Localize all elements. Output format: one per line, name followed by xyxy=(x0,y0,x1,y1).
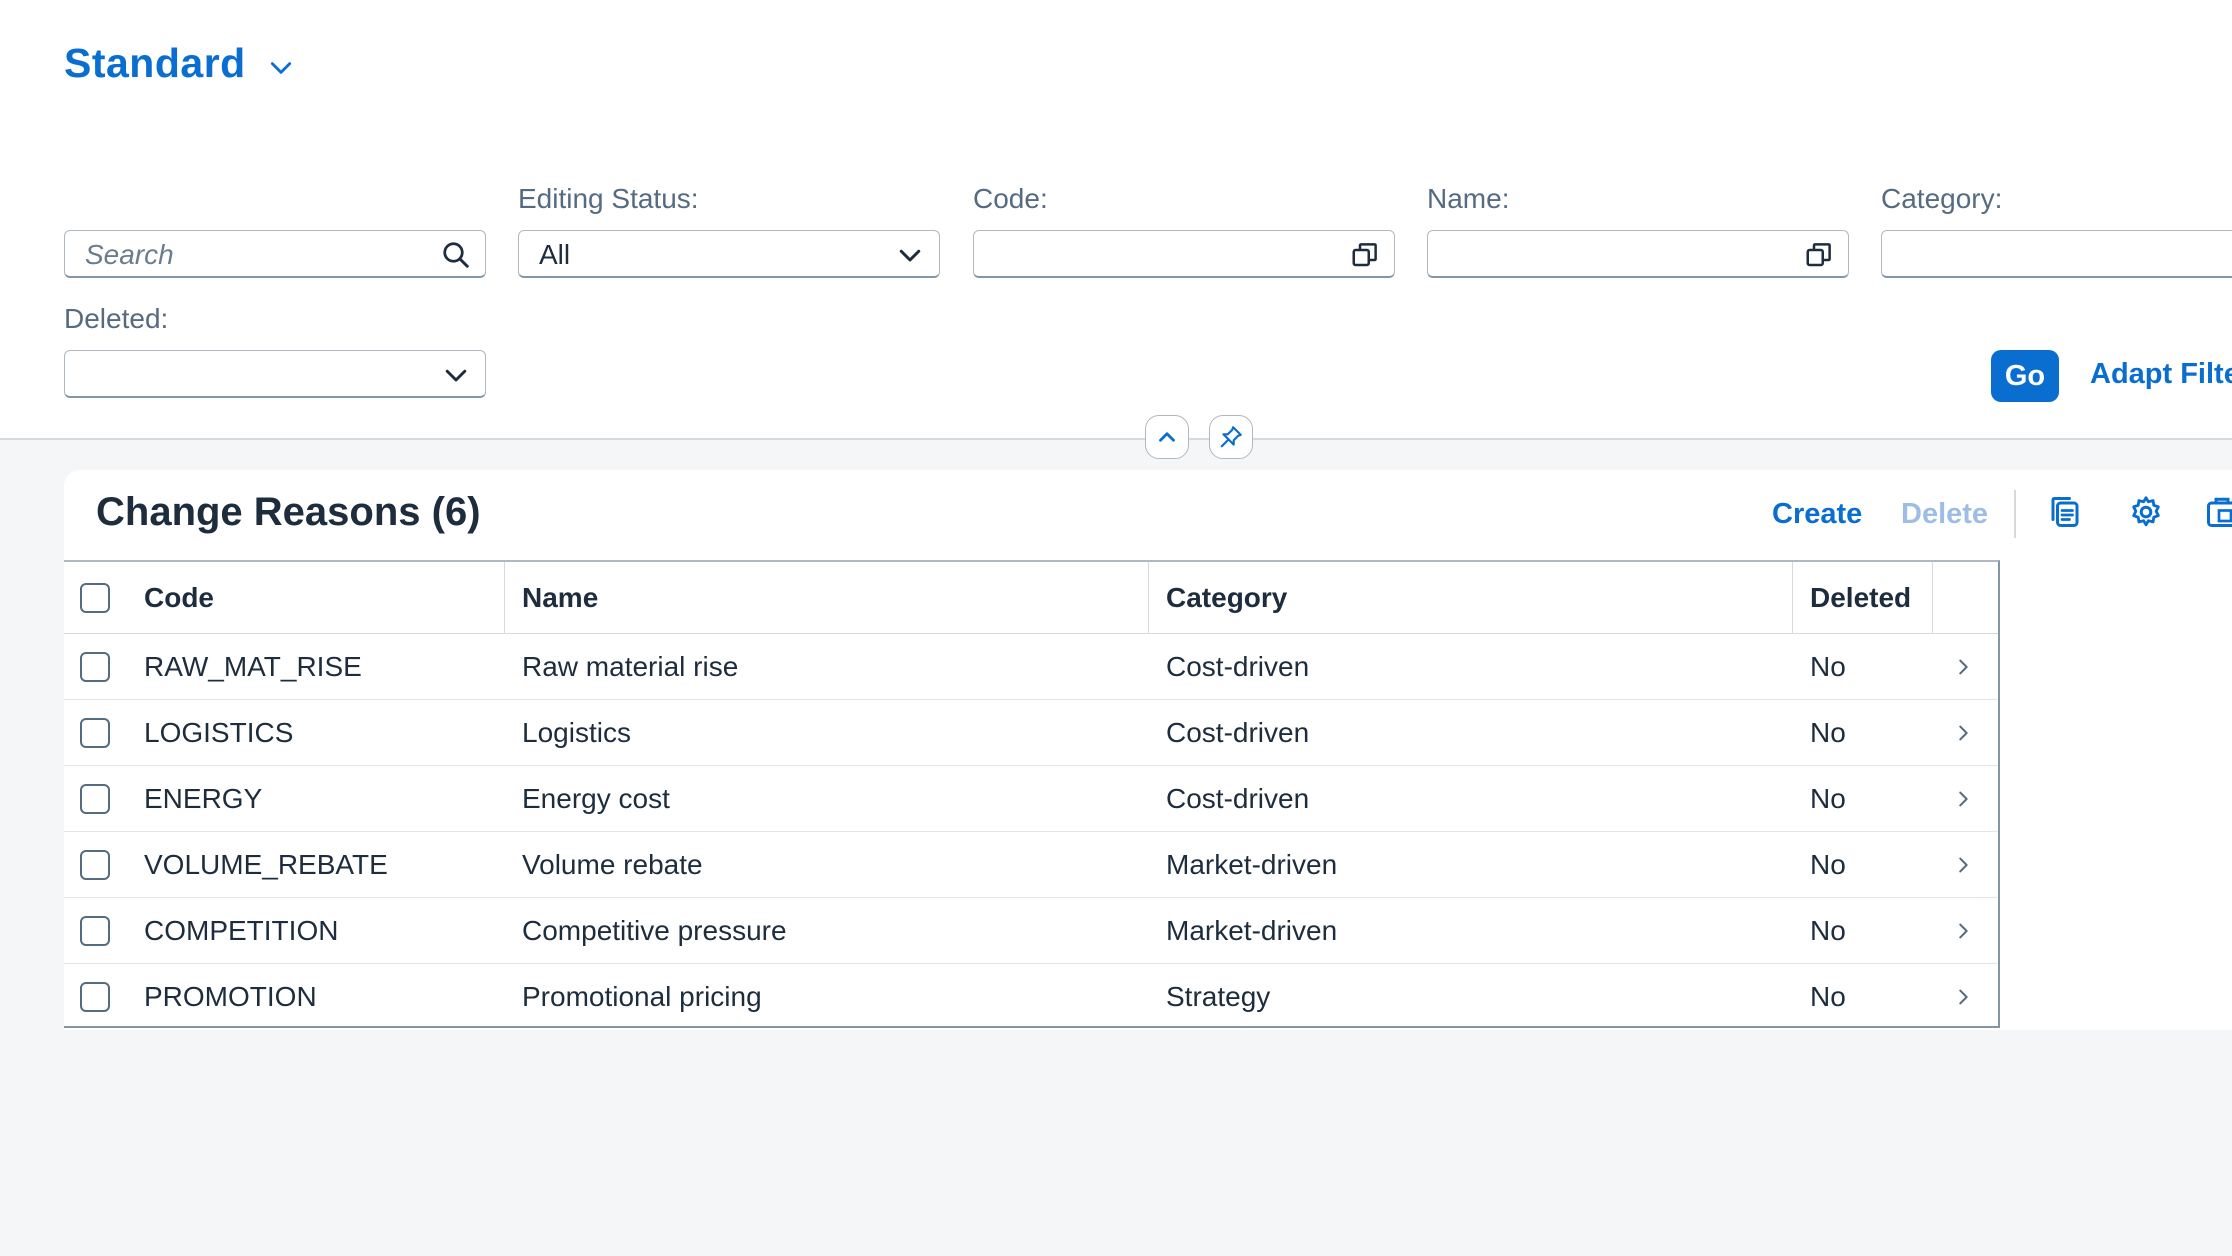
cell-code: COMPETITION xyxy=(144,914,339,946)
editing-status-label: Editing Status: xyxy=(518,183,699,214)
column-header-code[interactable]: Code xyxy=(144,562,214,633)
delete-button[interactable]: Delete xyxy=(1901,498,1988,531)
row-checkbox[interactable] xyxy=(80,718,110,748)
cell-deleted: No xyxy=(1810,981,1846,1012)
cell-category: Cost-driven xyxy=(1166,716,1310,748)
pin-icon xyxy=(1220,426,1242,448)
cell-code: LOGISTICS xyxy=(144,716,294,748)
row-checkbox[interactable] xyxy=(80,850,110,880)
name-field[interactable] xyxy=(1427,230,1849,278)
chevron-right-icon[interactable] xyxy=(1952,920,1974,942)
chevron-right-icon[interactable] xyxy=(1952,656,1974,678)
chevron-right-icon[interactable] xyxy=(1952,788,1974,810)
cell-category: Strategy xyxy=(1166,981,1271,1012)
deleted-label: Deleted: xyxy=(64,303,169,334)
toolbar-separator xyxy=(2014,490,2016,538)
category-field[interactable] xyxy=(1881,230,2232,278)
cell-deleted: No xyxy=(1810,848,1846,880)
value-help-icon[interactable] xyxy=(1804,240,1834,270)
go-button[interactable]: Go xyxy=(1991,350,2059,402)
cell-category: Market-driven xyxy=(1166,914,1338,946)
cell-deleted: No xyxy=(1810,650,1846,682)
table-title: Change Reasons (6) xyxy=(96,490,481,534)
editing-status-value: All xyxy=(539,239,571,270)
table-row[interactable]: COMPETITION Competitive pressure Market-… xyxy=(64,898,1998,964)
column-divider xyxy=(1792,562,1793,634)
table-header-row: Code Name Category Deleted xyxy=(64,562,1998,634)
search-field[interactable]: Search xyxy=(64,230,486,278)
cell-name: Promotional pricing xyxy=(522,981,762,1012)
editing-status-select[interactable]: All xyxy=(518,230,940,278)
row-checkbox[interactable] xyxy=(80,916,110,946)
deleted-select[interactable] xyxy=(64,350,486,398)
adapt-filters-button[interactable]: Adapt Filter xyxy=(2090,358,2232,391)
column-header-deleted[interactable]: Deleted xyxy=(1810,562,1911,633)
chevron-down-icon xyxy=(270,61,291,74)
cell-name: Competitive pressure xyxy=(522,914,787,946)
row-checkbox[interactable] xyxy=(80,784,110,814)
cell-code: RAW_MAT_RISE xyxy=(144,650,362,682)
row-checkbox[interactable] xyxy=(80,652,110,682)
name-label: Name: xyxy=(1427,183,1510,214)
column-divider xyxy=(1148,562,1149,634)
settings-icon[interactable] xyxy=(2128,494,2164,530)
row-checkbox[interactable] xyxy=(80,982,110,1012)
table-row[interactable]: VOLUME_REBATE Volume rebate Market-drive… xyxy=(64,832,1998,898)
column-divider xyxy=(504,562,505,634)
pin-header-button[interactable] xyxy=(1209,415,1253,459)
filter-bar: Standard Search Editing Status: All Code… xyxy=(0,0,2232,440)
chevron-right-icon[interactable] xyxy=(1952,854,1974,876)
cell-deleted: No xyxy=(1810,782,1846,814)
cell-code: ENERGY xyxy=(144,782,263,814)
cell-deleted: No xyxy=(1810,716,1846,748)
variant-title: Standard xyxy=(64,40,246,86)
cell-category: Market-driven xyxy=(1166,848,1338,880)
cell-name: Logistics xyxy=(522,716,631,748)
cell-category: Cost-driven xyxy=(1166,650,1310,682)
table-row[interactable]: PROMOTION Promotional pricing Strategy N… xyxy=(64,964,1998,1030)
cell-code: VOLUME_REBATE xyxy=(144,848,388,880)
collapse-header-button[interactable] xyxy=(1145,415,1189,459)
table-row[interactable]: RAW_MAT_RISE Raw material rise Cost-driv… xyxy=(64,634,1998,700)
table-row[interactable]: ENERGY Energy cost Cost-driven No xyxy=(64,766,1998,832)
create-button[interactable]: Create xyxy=(1772,498,1862,531)
variant-selector[interactable]: Standard xyxy=(64,40,294,87)
code-field[interactable] xyxy=(973,230,1395,278)
value-help-icon[interactable] xyxy=(1350,240,1380,270)
chevron-down-icon xyxy=(445,369,467,382)
chevron-up-icon xyxy=(1159,432,1175,442)
column-header-name[interactable]: Name xyxy=(522,562,598,633)
cell-name: Raw material rise xyxy=(522,650,739,682)
chevron-down-icon xyxy=(899,249,921,262)
export-icon[interactable] xyxy=(2204,494,2232,530)
cell-category: Cost-driven xyxy=(1166,782,1310,814)
category-label: Category: xyxy=(1881,183,2003,214)
cell-name: Volume rebate xyxy=(522,848,703,880)
column-divider xyxy=(1932,562,1933,634)
chevron-right-icon[interactable] xyxy=(1952,986,1974,1008)
cell-name: Energy cost xyxy=(522,782,670,814)
search-placeholder: Search xyxy=(85,239,174,270)
select-all-checkbox[interactable] xyxy=(80,583,110,613)
cell-deleted: No xyxy=(1810,914,1846,946)
table-panel: Change Reasons (6) Create Delete Code Na… xyxy=(64,470,2232,1030)
cell-code: PROMOTION xyxy=(144,981,317,1012)
chevron-right-icon[interactable] xyxy=(1952,722,1974,744)
table-row[interactable]: LOGISTICS Logistics Cost-driven No xyxy=(64,700,1998,766)
column-header-category[interactable]: Category xyxy=(1166,562,1287,633)
copy-icon[interactable] xyxy=(2047,494,2083,530)
search-icon[interactable] xyxy=(441,240,471,270)
code-label: Code: xyxy=(973,183,1048,214)
